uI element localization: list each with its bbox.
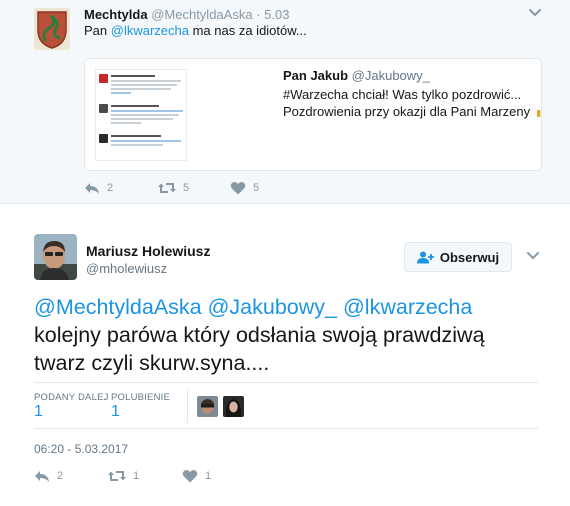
tweet-timestamp[interactable]: 5.03	[264, 7, 289, 22]
heart-icon	[230, 181, 246, 195]
mention-link[interactable]: @lkwarzecha	[343, 295, 472, 319]
reply-count: 2	[57, 470, 64, 482]
retweet-button[interactable]: 1	[108, 469, 139, 483]
quoted-author-handle: @Jakubowy_	[351, 68, 430, 83]
quoted-text-line: #Warzecha chciał! Was tylko pozdrowić...	[283, 87, 522, 102]
author-handle[interactable]: @mholewiusz	[86, 261, 167, 276]
reply-icon	[35, 471, 49, 482]
avatar[interactable]	[34, 234, 77, 280]
tweet-timestamp[interactable]: 06:20 - 5.03.2017	[34, 442, 128, 456]
quoted-text-line-2: Pozdrowienia przy okazji dla Pani Marzen…	[283, 104, 531, 119]
author-name[interactable]: Mariusz Holewiusz	[86, 243, 210, 259]
quoted-tweet-text: #Warzecha chciał! Was tylko pozdrowić...…	[283, 86, 541, 120]
parent-tweet-header: Mechtylda @MechtyldaAska · 5.03	[84, 7, 289, 22]
tweet-text: Pan @lkwarzecha ma nas za idiotów...	[84, 23, 307, 38]
avatar-shield-image	[34, 8, 70, 50]
avatar-photo	[197, 396, 218, 417]
retweets-stat-label[interactable]: PODANY DALEJ	[34, 392, 109, 403]
avatar[interactable]	[223, 396, 244, 417]
like-button[interactable]: 5	[230, 181, 259, 195]
reply-icon	[85, 183, 99, 194]
follow-button-label: Obserwuj	[439, 249, 500, 265]
retweet-count: 1	[133, 470, 140, 482]
divider	[34, 382, 538, 383]
likes-stat-label[interactable]: POLUBIENIE	[111, 392, 170, 403]
quoted-author-name: Pan Jakub	[283, 68, 349, 83]
mention-link[interactable]: @MechtyldaAska	[34, 295, 202, 319]
avatar[interactable]	[197, 396, 218, 417]
retweets-stat-value[interactable]: 1	[34, 403, 43, 421]
chevron-down-icon[interactable]	[526, 250, 540, 262]
thumbs-up-emoji-icon	[536, 108, 541, 117]
avatar[interactable]	[34, 8, 70, 50]
mention-link[interactable]: @Jakubowy_	[208, 295, 337, 319]
tweet-text-line: kolejny parówa który odsłania swoją praw…	[34, 323, 485, 347]
divider	[34, 428, 538, 429]
tweet-text-prefix: Pan	[84, 23, 111, 38]
follow-button[interactable]: Obserwuj	[404, 242, 512, 272]
tweet-text-line: twarz czyli skurw.syna....	[34, 351, 270, 375]
retweet-button[interactable]: 5	[158, 181, 189, 195]
tweet-text: @MechtyldaAska @Jakubowy_ @lkwarzecha ko…	[34, 293, 544, 377]
author-handle[interactable]: @MechtyldaAska	[151, 7, 252, 22]
author-name[interactable]: Mechtylda	[84, 7, 148, 22]
like-count: 5	[253, 182, 260, 194]
reply-count: 2	[107, 182, 114, 194]
heart-icon	[182, 469, 198, 483]
quoted-tweet-image[interactable]	[95, 69, 187, 161]
mention-link[interactable]: @lkwarzecha	[111, 23, 189, 38]
retweet-icon	[108, 471, 126, 481]
parent-tweet[interactable]: Mechtylda @MechtyldaAska · 5.03 Pan @lkw…	[0, 0, 570, 204]
chevron-down-icon[interactable]	[528, 7, 542, 19]
quoted-text-line: Pozdrowienia przy okazji dla Pani Marzen…	[283, 103, 541, 120]
tweet-text-suffix: ma nas za idiotów...	[188, 23, 307, 38]
separator-dot: ·	[256, 7, 261, 22]
divider	[187, 389, 188, 423]
add-user-icon	[416, 251, 434, 263]
retweet-count: 5	[183, 182, 190, 194]
likes-stat-value[interactable]: 1	[111, 403, 120, 421]
retweet-icon	[158, 183, 176, 193]
avatar-photo	[34, 234, 77, 280]
like-button[interactable]: 1	[182, 469, 211, 483]
reply-button[interactable]: 2	[84, 181, 113, 195]
reply-button[interactable]: 2	[34, 469, 63, 483]
quoted-tweet-author: Pan Jakub @Jakubowy_	[283, 68, 430, 83]
like-count: 1	[205, 470, 212, 482]
avatar-photo	[223, 396, 244, 417]
quoted-tweet-card[interactable]: Pan Jakub @Jakubowy_ #Warzecha chciał! W…	[84, 58, 542, 171]
tweet-mentions-line: @MechtyldaAska @Jakubowy_ @lkwarzecha	[34, 293, 544, 321]
